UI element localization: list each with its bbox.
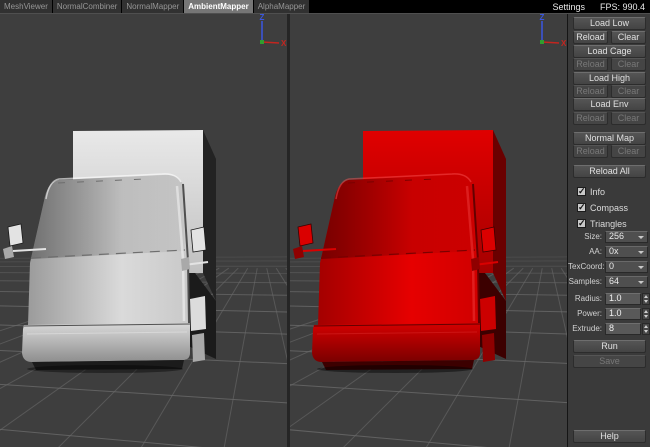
clear-cage-button[interactable]: Clear (611, 58, 646, 71)
size-dropdown[interactable]: 256 (605, 231, 648, 243)
info-checkbox[interactable]: ✓ (577, 187, 586, 196)
reload-env-button[interactable]: Reload (573, 112, 608, 125)
radius-spinner-row: Radius: 1.0 (568, 293, 650, 305)
clear-env-button[interactable]: Clear (611, 112, 646, 125)
samples-label: Samples: (568, 276, 602, 288)
texcoord-label: TexCoord: (568, 261, 602, 273)
radius-stepper[interactable] (642, 293, 650, 305)
power-spinner-row: Power: 1.0 (568, 308, 650, 320)
triangles-checkbox-label: Triangles (590, 219, 627, 229)
chevron-down-icon (638, 266, 644, 269)
reload-high-button[interactable]: Reload (573, 85, 608, 98)
chevron-down-icon (638, 236, 644, 239)
load-env-button[interactable]: Load Env (573, 98, 646, 111)
reload-all-button[interactable]: Reload All (573, 165, 646, 178)
tab-normalcombiner[interactable]: NormalCombiner (53, 0, 121, 13)
clear-high-button[interactable]: Clear (611, 85, 646, 98)
texcoord-dropdown-row: TexCoord: 0 (568, 261, 650, 273)
tab-meshviewer[interactable]: MeshViewer (0, 0, 52, 13)
help-button[interactable]: Help (573, 430, 646, 443)
power-label: Power: (568, 308, 602, 320)
spin-down-icon[interactable] (644, 330, 648, 333)
toolbar-separator (0, 13, 650, 14)
reload-cage-button[interactable]: Reload (573, 58, 608, 71)
main-area: Mesh Surfaces: 6 Vertices: 1366 Triangle… (0, 13, 650, 447)
tab-alphamapper[interactable]: AlphaMapper (254, 0, 310, 13)
spin-up-icon[interactable] (644, 325, 648, 328)
compass-checkbox-row[interactable]: ✓ Compass (577, 202, 628, 213)
load-low-button[interactable]: Load Low (573, 17, 646, 30)
top-tab-bar: MeshViewer NormalCombiner NormalMapper A… (0, 0, 650, 13)
spin-down-icon[interactable] (644, 315, 648, 318)
extrude-input[interactable]: 8 (605, 323, 641, 335)
load-cage-button[interactable]: Load Cage (573, 45, 646, 58)
z-axis-label: Z (540, 13, 545, 22)
chevron-down-icon (638, 251, 644, 254)
normal-map-button[interactable]: Normal Map (573, 132, 646, 145)
texcoord-value: 0 (609, 261, 614, 271)
clear-low-button[interactable]: Clear (611, 31, 646, 44)
run-button[interactable]: Run (573, 340, 646, 353)
aa-dropdown-row: AA: 0x (568, 246, 650, 258)
texcoord-dropdown[interactable]: 0 (605, 261, 648, 273)
scene-canvas[interactable]: ZX (290, 13, 567, 447)
tab-ambientmapper[interactable]: AmbientMapper (184, 0, 252, 13)
z-axis-label: Z (260, 13, 265, 22)
chevron-down-icon (638, 281, 644, 284)
compass-checkbox-label: Compass (590, 203, 628, 213)
info-checkbox-label: Info (590, 187, 605, 197)
tab-normalmapper[interactable]: NormalMapper (122, 0, 183, 13)
ambient-mapper-app: MeshViewer NormalCombiner NormalMapper A… (0, 0, 650, 447)
samples-dropdown[interactable]: 64 (605, 276, 648, 288)
size-value: 256 (609, 231, 624, 241)
reload-low-button[interactable]: Reload (573, 31, 608, 44)
spin-up-icon[interactable] (644, 310, 648, 313)
aa-value: 0x (609, 246, 619, 256)
extrude-spinner-row: Extrude: 8 (568, 323, 650, 335)
size-label: Size: (568, 231, 602, 243)
size-dropdown-row: Size: 256 (568, 231, 650, 243)
fps-counter: FPS: 990.4 (600, 2, 645, 12)
settings-button[interactable]: Settings (552, 2, 585, 12)
mesh-viewport[interactable]: Mesh Surfaces: 6 Vertices: 1366 Triangle… (0, 13, 287, 447)
radius-input[interactable]: 1.0 (605, 293, 641, 305)
load-high-button[interactable]: Load High (573, 72, 646, 85)
scene-canvas[interactable]: ZX (0, 13, 287, 447)
extrude-stepper[interactable] (642, 323, 650, 335)
extrude-label: Extrude: (568, 323, 602, 335)
info-checkbox-row[interactable]: ✓ Info (577, 186, 605, 197)
spin-down-icon[interactable] (644, 300, 648, 303)
samples-value: 64 (609, 276, 619, 286)
power-stepper[interactable] (642, 308, 650, 320)
spin-up-icon[interactable] (644, 295, 648, 298)
ambient-map-viewport[interactable]: Ambient Map Surfaces: 6 Vertices: 1366 T… (290, 13, 567, 447)
radius-label: Radius: (568, 293, 602, 305)
reload-normal-button[interactable]: Reload (573, 145, 608, 158)
aa-dropdown[interactable]: 0x (605, 246, 648, 258)
control-sidebar: Load Low Reload Clear Load Cage Reload C… (567, 13, 650, 447)
aa-label: AA: (568, 246, 602, 258)
save-button[interactable]: Save (573, 355, 646, 368)
triangles-checkbox-row[interactable]: ✓ Triangles (577, 218, 627, 229)
power-input[interactable]: 1.0 (605, 308, 641, 320)
clear-normal-button[interactable]: Clear (611, 145, 646, 158)
triangles-checkbox[interactable]: ✓ (577, 219, 586, 228)
compass-checkbox[interactable]: ✓ (577, 203, 586, 212)
samples-dropdown-row: Samples: 64 (568, 276, 650, 288)
